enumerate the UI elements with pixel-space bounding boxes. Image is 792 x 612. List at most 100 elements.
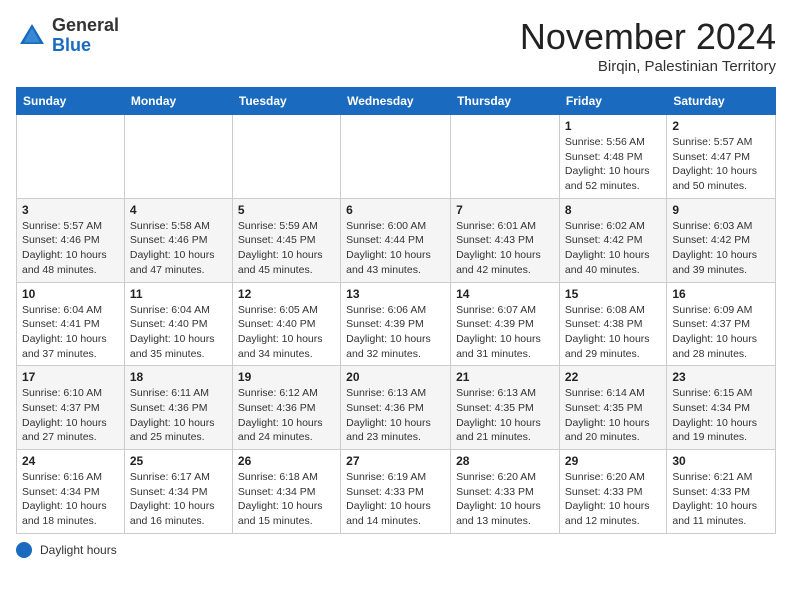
day-number: 25: [130, 454, 227, 468]
header-tuesday: Tuesday: [232, 88, 340, 115]
day-number: 27: [346, 454, 445, 468]
day-number: 22: [565, 370, 661, 384]
day-info: Sunrise: 6:12 AM Sunset: 4:36 PM Dayligh…: [238, 386, 335, 445]
day-number: 20: [346, 370, 445, 384]
table-row: 12 Sunrise: 6:05 AM Sunset: 4:40 PM Dayli…: [232, 282, 340, 366]
title-area: November 2024 Birqin, Palestinian Territ…: [520, 16, 776, 75]
table-row: 27Sunrise: 6:19 AM Sunset: 4:33 PM Dayli…: [341, 450, 451, 534]
logo: General Blue: [16, 16, 119, 56]
day-info: Sunrise: 5:59 AM Sunset: 4:45 PM Dayligh…: [238, 219, 335, 278]
header-sunday: Sunday: [17, 88, 125, 115]
table-row: 10 Sunrise: 6:04 AM Sunset: 4:41 PM Dayli…: [17, 282, 125, 366]
table-row: 28Sunrise: 6:20 AM Sunset: 4:33 PM Dayli…: [451, 450, 560, 534]
header-monday: Monday: [124, 88, 232, 115]
table-row: 20 Sunrise: 6:13 AM Sunset: 4:36 PM Dayli…: [341, 366, 451, 450]
table-row: 29Sunrise: 6:20 AM Sunset: 4:33 PM Dayli…: [559, 450, 666, 534]
calendar-week-row: 1 Sunrise: 5:56 AM Sunset: 4:48 PM Daylig…: [17, 115, 776, 199]
table-row: 26 Sunrise: 6:18 AM Sunset: 4:34 PM Dayli…: [232, 450, 340, 534]
day-info: Sunrise: 6:07 AM Sunset: 4:39 PM Dayligh…: [456, 303, 554, 362]
day-info: Sunrise: 6:16 AM Sunset: 4:34 PM Dayligh…: [22, 470, 119, 529]
day-number: 8: [565, 203, 661, 217]
day-number: 14: [456, 287, 554, 301]
table-row: [124, 115, 232, 199]
day-info: Sunrise: 5:58 AM Sunset: 4:46 PM Dayligh…: [130, 219, 227, 278]
table-row: [451, 115, 560, 199]
day-number: 18: [130, 370, 227, 384]
day-info: Sunrise: 6:03 AM Sunset: 4:42 PM Dayligh…: [672, 219, 770, 278]
day-info: Sunrise: 5:57 AM Sunset: 4:47 PM Dayligh…: [672, 135, 770, 194]
day-info: Sunrise: 6:02 AM Sunset: 4:42 PM Dayligh…: [565, 219, 661, 278]
day-info: Sunrise: 6:11 AM Sunset: 4:36 PM Dayligh…: [130, 386, 227, 445]
day-number: 11: [130, 287, 227, 301]
location-title: Birqin, Palestinian Territory: [520, 58, 776, 75]
day-number: 6: [346, 203, 445, 217]
table-row: 19Sunrise: 6:12 AM Sunset: 4:36 PM Dayli…: [232, 366, 340, 450]
calendar-header-row: Sunday Monday Tuesday Wednesday Thursday…: [17, 88, 776, 115]
day-info: Sunrise: 6:05 AM Sunset: 4:40 PM Dayligh…: [238, 303, 335, 362]
day-number: 1: [565, 119, 661, 133]
calendar-week-row: 10 Sunrise: 6:04 AM Sunset: 4:41 PM Dayli…: [17, 282, 776, 366]
day-info: Sunrise: 5:56 AM Sunset: 4:48 PM Dayligh…: [565, 135, 661, 194]
header-friday: Friday: [559, 88, 666, 115]
day-info: Sunrise: 6:14 AM Sunset: 4:35 PM Dayligh…: [565, 386, 661, 445]
table-row: 3 Sunrise: 5:57 AM Sunset: 4:46 PM Daylig…: [17, 198, 125, 282]
header-saturday: Saturday: [667, 88, 776, 115]
day-info: Sunrise: 6:17 AM Sunset: 4:34 PM Dayligh…: [130, 470, 227, 529]
calendar-table: Sunday Monday Tuesday Wednesday Thursday…: [16, 87, 776, 534]
day-number: 16: [672, 287, 770, 301]
table-row: 15 Sunrise: 6:08 AM Sunset: 4:38 PM Dayli…: [559, 282, 666, 366]
day-info: Sunrise: 6:04 AM Sunset: 4:41 PM Dayligh…: [22, 303, 119, 362]
day-number: 5: [238, 203, 335, 217]
table-row: 7Sunrise: 6:01 AM Sunset: 4:43 PM Daylig…: [451, 198, 560, 282]
table-row: 23 Sunrise: 6:15 AM Sunset: 4:34 PM Dayli…: [667, 366, 776, 450]
day-info: Sunrise: 6:08 AM Sunset: 4:38 PM Dayligh…: [565, 303, 661, 362]
table-row: [341, 115, 451, 199]
day-info: Sunrise: 6:04 AM Sunset: 4:40 PM Dayligh…: [130, 303, 227, 362]
table-row: 4Sunrise: 5:58 AM Sunset: 4:46 PM Daylig…: [124, 198, 232, 282]
table-row: 13 Sunrise: 6:06 AM Sunset: 4:39 PM Dayli…: [341, 282, 451, 366]
day-number: 3: [22, 203, 119, 217]
day-info: Sunrise: 6:13 AM Sunset: 4:35 PM Dayligh…: [456, 386, 554, 445]
calendar-week-row: 24Sunrise: 6:16 AM Sunset: 4:34 PM Dayli…: [17, 450, 776, 534]
table-row: 9 Sunrise: 6:03 AM Sunset: 4:42 PM Daylig…: [667, 198, 776, 282]
day-number: 13: [346, 287, 445, 301]
day-number: 23: [672, 370, 770, 384]
day-number: 10: [22, 287, 119, 301]
table-row: 18 Sunrise: 6:11 AM Sunset: 4:36 PM Dayli…: [124, 366, 232, 450]
legend-label: Daylight hours: [40, 543, 117, 557]
day-info: Sunrise: 6:13 AM Sunset: 4:36 PM Dayligh…: [346, 386, 445, 445]
month-title: November 2024: [520, 16, 776, 58]
table-row: 16 Sunrise: 6:09 AM Sunset: 4:37 PM Dayli…: [667, 282, 776, 366]
legend-area: Daylight hours: [16, 542, 776, 558]
day-info: Sunrise: 6:18 AM Sunset: 4:34 PM Dayligh…: [238, 470, 335, 529]
page-header: General Blue November 2024 Birqin, Pales…: [16, 16, 776, 75]
calendar-week-row: 3 Sunrise: 5:57 AM Sunset: 4:46 PM Daylig…: [17, 198, 776, 282]
day-number: 26: [238, 454, 335, 468]
day-info: Sunrise: 5:57 AM Sunset: 4:46 PM Dayligh…: [22, 219, 119, 278]
table-row: 25 Sunrise: 6:17 AM Sunset: 4:34 PM Dayli…: [124, 450, 232, 534]
table-row: 6 Sunrise: 6:00 AM Sunset: 4:44 PM Daylig…: [341, 198, 451, 282]
day-info: Sunrise: 6:10 AM Sunset: 4:37 PM Dayligh…: [22, 386, 119, 445]
calendar-week-row: 17Sunrise: 6:10 AM Sunset: 4:37 PM Dayli…: [17, 366, 776, 450]
day-info: Sunrise: 6:15 AM Sunset: 4:34 PM Dayligh…: [672, 386, 770, 445]
day-number: 21: [456, 370, 554, 384]
day-number: 30: [672, 454, 770, 468]
table-row: 24Sunrise: 6:16 AM Sunset: 4:34 PM Dayli…: [17, 450, 125, 534]
day-info: Sunrise: 6:20 AM Sunset: 4:33 PM Dayligh…: [565, 470, 661, 529]
table-row: 30Sunrise: 6:21 AM Sunset: 4:33 PM Dayli…: [667, 450, 776, 534]
day-info: Sunrise: 6:20 AM Sunset: 4:33 PM Dayligh…: [456, 470, 554, 529]
day-info: Sunrise: 6:06 AM Sunset: 4:39 PM Dayligh…: [346, 303, 445, 362]
table-row: 1 Sunrise: 5:56 AM Sunset: 4:48 PM Daylig…: [559, 115, 666, 199]
day-number: 15: [565, 287, 661, 301]
table-row: 22 Sunrise: 6:14 AM Sunset: 4:35 PM Dayli…: [559, 366, 666, 450]
day-number: 12: [238, 287, 335, 301]
day-info: Sunrise: 6:00 AM Sunset: 4:44 PM Dayligh…: [346, 219, 445, 278]
day-info: Sunrise: 6:09 AM Sunset: 4:37 PM Dayligh…: [672, 303, 770, 362]
day-number: 9: [672, 203, 770, 217]
logo-general-text: General: [52, 15, 119, 35]
header-thursday: Thursday: [451, 88, 560, 115]
table-row: 17Sunrise: 6:10 AM Sunset: 4:37 PM Dayli…: [17, 366, 125, 450]
logo-icon: [16, 20, 48, 52]
table-row: [232, 115, 340, 199]
day-info: Sunrise: 6:01 AM Sunset: 4:43 PM Dayligh…: [456, 219, 554, 278]
